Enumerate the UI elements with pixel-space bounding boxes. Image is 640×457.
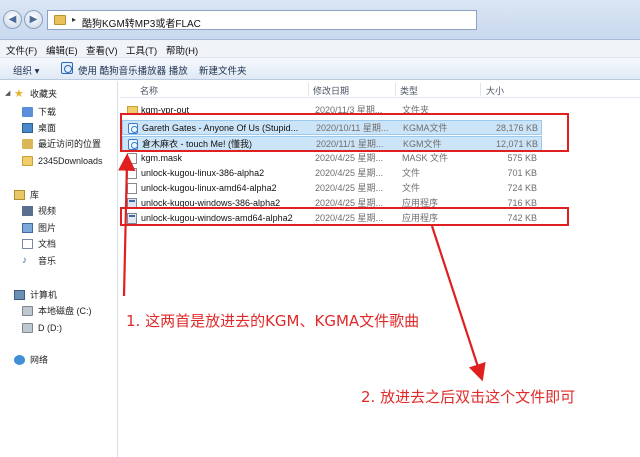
arrow-to-windows-exe [430,225,486,382]
annotation-note-1: 1. 这两首是放进去的KGM、KGMA文件歌曲 [126,312,420,330]
annotation-note-2: 2. 放进去之后双击这个文件即可 [361,388,576,406]
arrow-to-kgm-files [118,153,136,297]
